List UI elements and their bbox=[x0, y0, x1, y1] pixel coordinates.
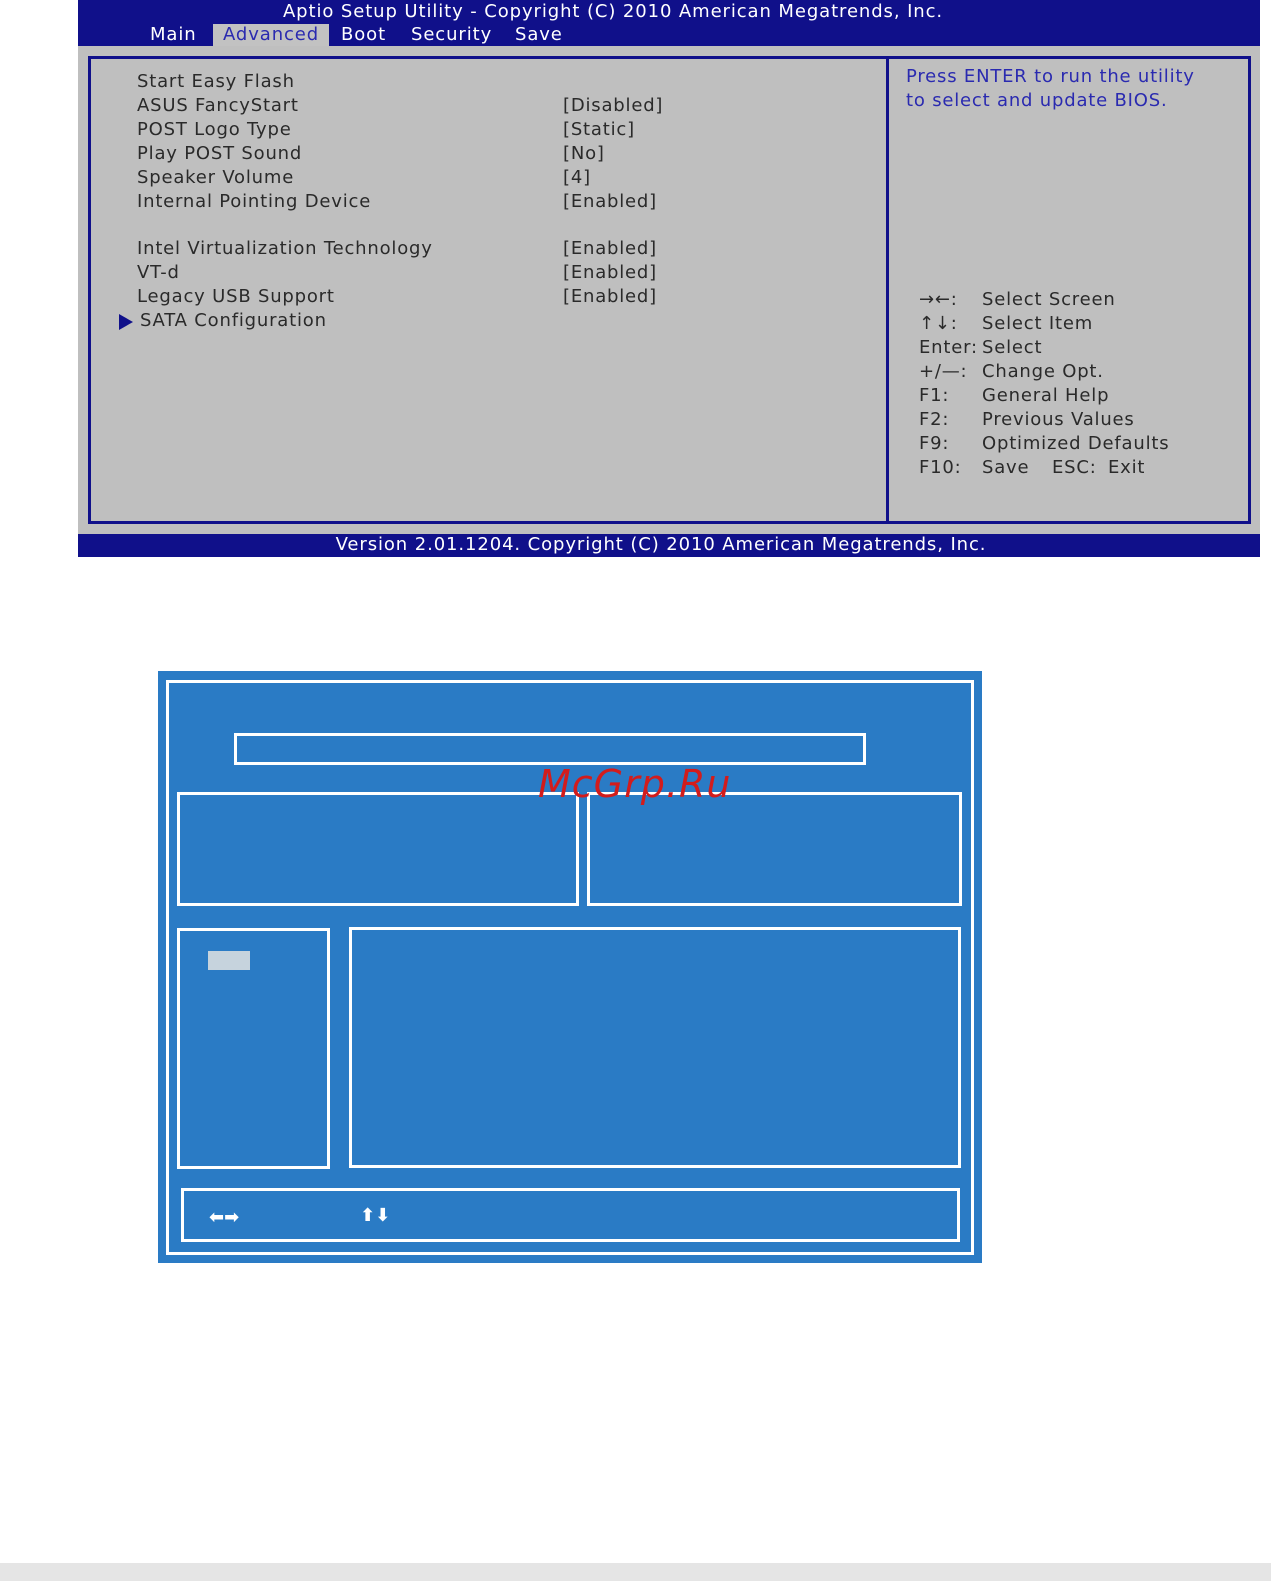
key-legend-row: F2: Previous Values bbox=[919, 409, 1239, 433]
setting-value[interactable]: [4] bbox=[563, 167, 591, 188]
setting-post-logo-type[interactable]: POST Logo Type [Static] bbox=[91, 119, 881, 143]
setting-value[interactable]: [Static] bbox=[563, 119, 635, 140]
bios-title: Aptio Setup Utility - Copyright (C) 2010… bbox=[282, 1, 944, 22]
key-label: Enter: bbox=[919, 337, 978, 358]
setting-value[interactable]: [Enabled] bbox=[563, 191, 657, 212]
help-line: Press ENTER to run the utility bbox=[906, 66, 1195, 87]
setting-label: Intel Virtualization Technology bbox=[137, 238, 433, 259]
drive-selection-cursor[interactable] bbox=[208, 951, 250, 970]
key-legend-row: ↑↓: Select Item bbox=[919, 313, 1239, 337]
key-description: Select bbox=[982, 337, 1043, 358]
setting-intel-virtualization[interactable]: Intel Virtualization Technology [Enabled… bbox=[91, 238, 881, 262]
tab-main[interactable]: Main bbox=[140, 24, 207, 46]
key-label: F2: bbox=[919, 409, 950, 430]
key-legend-row: →←: Select Screen bbox=[919, 289, 1239, 313]
setting-internal-pointing-device[interactable]: Internal Pointing Device [Enabled] bbox=[91, 191, 881, 215]
key-description: Select Item bbox=[982, 313, 1094, 334]
setting-sata-configuration[interactable]: SATA Configuration bbox=[91, 310, 881, 334]
setting-value[interactable]: [Enabled] bbox=[563, 262, 657, 283]
setting-value[interactable]: [No] bbox=[563, 143, 605, 164]
left-right-arrow-icon: ⬅➡ bbox=[209, 1207, 240, 1228]
setting-asus-fancystart[interactable]: ASUS FancyStart [Disabled] bbox=[91, 95, 881, 119]
tab-save-exit[interactable]: Save & Exit bbox=[505, 24, 573, 89]
tab-boot[interactable]: Boot bbox=[331, 24, 396, 46]
key-label: F9: bbox=[919, 433, 950, 454]
diagram-key-legend-box bbox=[181, 1188, 960, 1242]
help-text: Press ENTER to run the utility to select… bbox=[906, 65, 1226, 113]
key-label: F1: bbox=[919, 385, 950, 406]
diagram-info-box-right bbox=[587, 792, 962, 906]
setting-label: Play POST Sound bbox=[137, 143, 303, 164]
key-label: +/—: bbox=[919, 361, 968, 382]
key-description: Select Screen bbox=[982, 289, 1116, 310]
panel-divider bbox=[886, 59, 889, 521]
help-line: to select and update BIOS. bbox=[906, 90, 1168, 111]
setting-label: ASUS FancyStart bbox=[137, 95, 299, 116]
key-legend-row: +/—: Change Opt. bbox=[919, 361, 1239, 385]
up-down-arrow-icon: ↑↓: bbox=[919, 313, 958, 334]
tab-security[interactable]: Security bbox=[401, 24, 502, 46]
key-description: Optimized Defaults bbox=[982, 433, 1170, 454]
setting-label: Speaker Volume bbox=[137, 167, 295, 188]
tab-advanced[interactable]: Advanced bbox=[213, 24, 330, 46]
key-description: Save bbox=[982, 457, 1030, 478]
setting-label: Internal Pointing Device bbox=[137, 191, 372, 212]
setting-label: Legacy USB Support bbox=[137, 286, 335, 307]
key-legend-row: Enter: Select bbox=[919, 337, 1239, 361]
settings-panel: Start Easy Flash ASUS FancyStart [Disabl… bbox=[88, 56, 1251, 524]
key-description: Change Opt. bbox=[982, 361, 1104, 382]
setting-label: POST Logo Type bbox=[137, 119, 292, 140]
setting-label: Start Easy Flash bbox=[137, 71, 295, 92]
bios-setup-screen: Aptio Setup Utility - Copyright (C) 2010… bbox=[78, 0, 1260, 557]
diagram-file-list-box[interactable] bbox=[349, 927, 961, 1168]
setting-value[interactable]: [Enabled] bbox=[563, 238, 657, 259]
watermark-text: McGrp.Ru bbox=[538, 762, 732, 806]
setting-play-post-sound[interactable]: Play POST Sound [No] bbox=[91, 143, 881, 167]
key-legend-row: F9: Optimized Defaults bbox=[919, 433, 1239, 457]
diagram-info-box-left bbox=[177, 792, 579, 906]
setting-speaker-volume[interactable]: Speaker Volume [4] bbox=[91, 167, 881, 191]
page-bottom-strip bbox=[0, 1563, 1271, 1581]
key-legend-row: F10: Save ESC: Exit bbox=[919, 457, 1239, 481]
key-description: General Help bbox=[982, 385, 1110, 406]
setting-value[interactable]: [Disabled] bbox=[563, 95, 663, 116]
setting-vt-d[interactable]: VT-d [Enabled] bbox=[91, 262, 881, 286]
setting-legacy-usb-support[interactable]: Legacy USB Support [Enabled] bbox=[91, 286, 881, 310]
submenu-arrow-icon bbox=[119, 314, 133, 330]
setting-label: SATA Configuration bbox=[140, 310, 327, 331]
setting-value[interactable]: [Enabled] bbox=[563, 286, 657, 307]
left-right-arrow-icon: →←: bbox=[919, 289, 958, 310]
key-description: Exit bbox=[1108, 457, 1146, 478]
bios-footer: Version 2.01.1204. Copyright (C) 2010 Am… bbox=[335, 534, 987, 555]
setting-label: VT-d bbox=[137, 262, 180, 283]
up-down-arrow-icon: ⬆⬇ bbox=[360, 1205, 391, 1226]
key-description: Previous Values bbox=[982, 409, 1135, 430]
diagram-drive-list-box[interactable] bbox=[177, 928, 330, 1169]
key-label: ESC: bbox=[1052, 457, 1097, 478]
key-label: F10: bbox=[919, 457, 962, 478]
setting-start-easy-flash[interactable]: Start Easy Flash bbox=[91, 71, 881, 95]
key-legend-row: F1: General Help bbox=[919, 385, 1239, 409]
diagram-title-box bbox=[234, 733, 866, 765]
easy-flash-diagram: ⬅➡ ⬆⬇ bbox=[158, 671, 982, 1263]
